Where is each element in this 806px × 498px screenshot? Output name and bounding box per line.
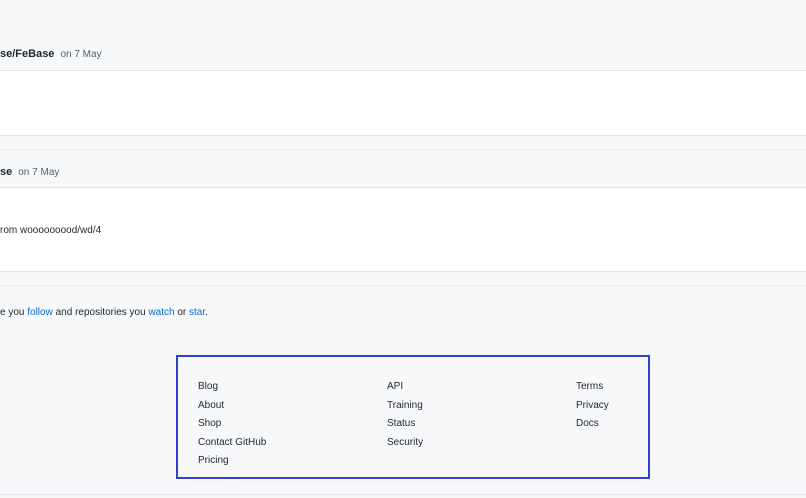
footer-link-docs[interactable]: Docs xyxy=(576,415,609,434)
feed-event-header: se/FeBase on 7 May xyxy=(0,36,806,72)
footer-column-3: Terms Privacy Docs xyxy=(576,378,609,434)
page-bottom-divider xyxy=(0,494,806,495)
footer-link-terms[interactable]: Terms xyxy=(576,378,609,397)
follow-link[interactable]: follow xyxy=(27,307,53,318)
event-timestamp: on 7 May xyxy=(60,48,102,60)
watch-link[interactable]: watch xyxy=(148,307,174,318)
feed-event-card: rom wooooooood/wd/4 xyxy=(0,187,806,272)
feed-divider xyxy=(0,149,806,150)
feed-divider xyxy=(0,285,806,286)
footer-link-pricing[interactable]: Pricing xyxy=(198,452,266,471)
footer-column-2: API Training Status Security xyxy=(387,378,423,452)
footer-link-shop[interactable]: Shop xyxy=(198,415,266,434)
event-timestamp: on 7 May xyxy=(18,166,60,178)
event-description: rom wooooooood/wd/4 xyxy=(0,225,102,236)
star-link[interactable]: star xyxy=(189,307,205,318)
repo-link[interactable]: se/FeBase xyxy=(0,48,54,60)
footer-link-api[interactable]: API xyxy=(387,378,423,397)
dashboard-feed-page: se/FeBase on 7 May se on 7 May rom woooo… xyxy=(0,0,806,498)
feed-notice: e you follow and repositories you watch … xyxy=(0,307,208,318)
footer-column-1: Blog About Shop Contact GitHub Pricing xyxy=(198,378,266,471)
notice-prefix: e you xyxy=(0,307,28,318)
footer-link-training[interactable]: Training xyxy=(387,397,423,416)
footer-link-blog[interactable]: Blog xyxy=(198,378,266,397)
footer-link-security[interactable]: Security xyxy=(387,434,423,453)
footer-link-privacy[interactable]: Privacy xyxy=(576,397,609,416)
feed-event-header: se on 7 May xyxy=(0,154,806,190)
footer-links: Blog About Shop Contact GitHub Pricing A… xyxy=(176,355,650,479)
feed-event-card xyxy=(0,70,806,136)
footer-link-about[interactable]: About xyxy=(198,397,266,416)
notice-or: or xyxy=(174,307,190,318)
footer-link-status[interactable]: Status xyxy=(387,415,423,434)
notice-middle: and repositories you xyxy=(52,307,149,318)
notice-suffix: . xyxy=(205,307,208,318)
footer-link-contact-github[interactable]: Contact GitHub xyxy=(198,434,266,453)
repo-link[interactable]: se xyxy=(0,166,12,178)
